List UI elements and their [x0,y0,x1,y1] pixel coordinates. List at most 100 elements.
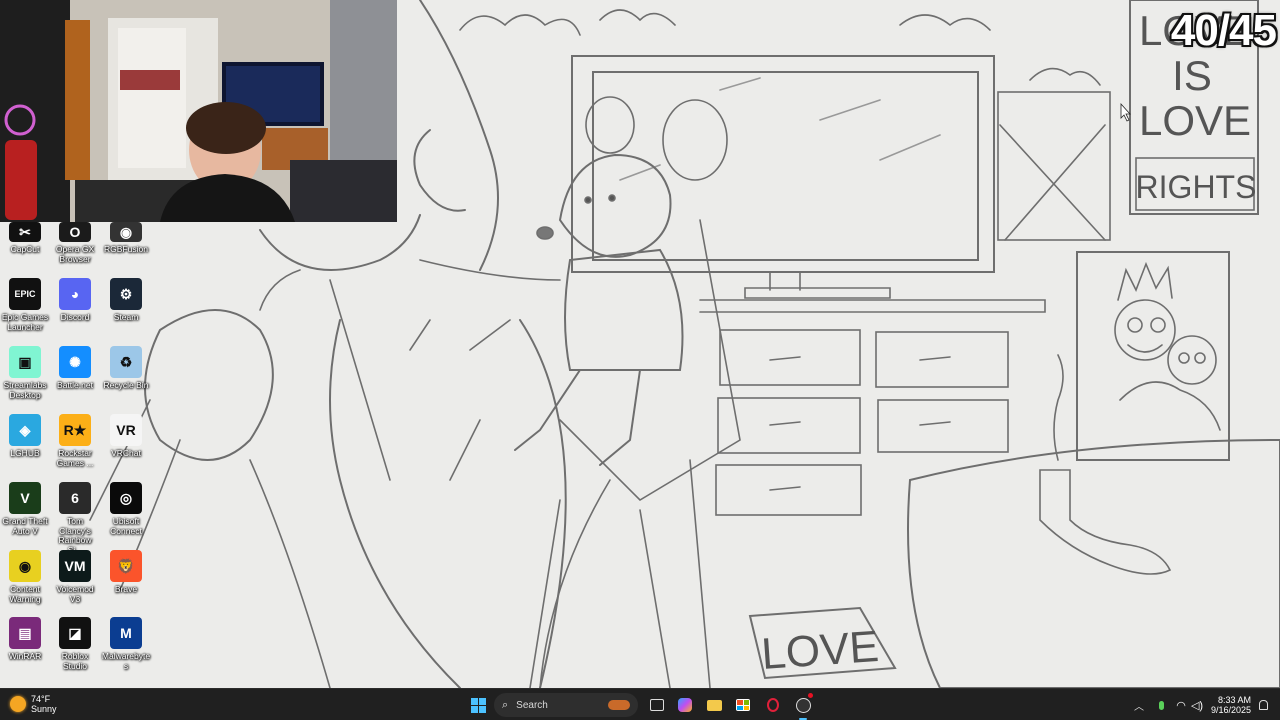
roblox-studio-icon: ◪ [59,617,91,649]
lghub-icon: ◈ [9,414,41,446]
streamlabs-icon: ▣ [9,346,41,378]
desktop-icon-capcut[interactable]: ✂ CapCut [0,222,50,255]
gta-v-icon: V [9,482,41,514]
poster-text-love-2: LOVE [1139,97,1251,144]
notification-center-button[interactable] [1256,693,1270,717]
desktop-icon-winrar[interactable]: ▤ WinRAR [0,617,50,662]
desktop-icon-discord[interactable]: ◕ Discord [50,278,100,323]
webcam-overlay [0,0,397,222]
content-warning-icon: ◉ [9,550,41,582]
desktop-icon-label: Grand Theft Auto V [2,516,48,536]
opera-gx-icon [767,698,779,712]
desktop-icon-malwarebytes[interactable]: M Malwarebytes [101,617,151,671]
desktop-icon-label: Streamlabs Desktop [3,380,47,400]
desktop-icon-ubisoft[interactable]: ◎ Ubisoft Connect [101,482,151,536]
ubisoft-icon: ◎ [110,482,142,514]
desktop-icon-gta-v[interactable]: V Grand Theft Auto V [0,482,50,536]
folder-icon [706,699,722,711]
desktop-icon-label: Battle.net [57,380,93,390]
microphone-icon [1158,700,1164,710]
desktop-icon-label: Voicemod V3 [56,584,94,604]
desktop-icon-label: Roblox Studio [61,651,89,671]
desktop-icon-label: Opera GX Browser [55,244,95,264]
desktop-icon-rockstar[interactable]: R★ Rockstar Games ... [50,414,100,468]
epic-games-icon: EPIC [9,278,41,310]
desktop-icon-label: RGBFusion [104,244,148,254]
desktop-icon-label: Steam [113,312,139,322]
rainbow-six-icon: 6 [59,482,91,514]
steam-icon: ⚙ [110,278,142,310]
desktop-icon-label: WinRAR [8,651,42,661]
desktop-icon-opera-gx[interactable]: O Opera GX Browser [50,222,100,264]
chevron-up-icon: ︿ [1134,701,1144,713]
copilot-button[interactable] [676,693,694,717]
weather-desc: Sunny [31,704,57,714]
rgb-fusion-icon: ◉ [110,222,142,242]
desktop-icon-label: VRChat [111,448,141,458]
desktop-icon-lghub[interactable]: ◈ LGHUB [0,414,50,459]
sign-text-love: LOVE [760,622,881,679]
desktop-icon-voicemod[interactable]: VM Voicemod V3 [50,550,100,604]
desktop-icon-rainbow-six[interactable]: 6Tom Clancy's Rainbow Si... [50,482,100,555]
recording-badge-icon [808,693,813,698]
microphone-indicator[interactable] [1154,693,1168,717]
battlenet-icon: ✺ [59,346,91,378]
microsoft-store-button[interactable] [734,693,752,717]
desktop-icon-steam[interactable]: ⚙ Steam [101,278,151,323]
network-button[interactable]: ◠ [1174,693,1188,717]
notification-bell-icon [1258,700,1268,710]
search-highlight-icon [608,700,630,710]
taskbar: 74°F Sunny ⌕ Search ︿ ◠ ◁) 8:33 AM 9/16/… [0,688,1280,720]
desktop-icon-label: Epic Games Launcher [1,312,49,332]
clock-button[interactable]: 8:33 AM 9/16/2025 [1210,693,1252,717]
desktop-icon-label: LGHUB [10,448,40,458]
desktop-icon-epic-games[interactable]: EPIC Epic Games Launcher [0,278,50,332]
weather-temp: 74°F [31,694,51,704]
clock-date: 9/16/2025 [1210,705,1252,715]
show-hidden-icons-button[interactable]: ︿ [1132,693,1146,717]
copilot-icon [678,698,692,712]
malwarebytes-icon: M [110,617,142,649]
poster-text-is: IS [1172,52,1212,99]
rockstar-icon: R★ [59,414,91,446]
desktop-icon-label: Brave [114,584,138,594]
desktop-icon-label: Recycle Bin [103,380,149,390]
desktop-icon-roblox-studio[interactable]: ◪ Roblox Studio [50,617,100,671]
desktop-icon-label: Rockstar Games ... [56,448,94,468]
desktop-icon-label: Content Warning [9,584,41,604]
recycle-bin-icon: ♻ [110,346,142,378]
volume-button[interactable]: ◁) [1190,693,1204,717]
opera-gx-taskbar-button[interactable] [764,693,782,717]
task-view-icon [650,699,664,711]
obs-icon [795,697,811,713]
windows-logo-icon [470,697,486,713]
desktop-icon-brave[interactable]: 🦁 Brave [101,550,151,595]
sun-icon [10,696,26,712]
desktop-icon-streamlabs[interactable]: ▣ Streamlabs Desktop [0,346,50,400]
vrchat-icon: VR [110,414,142,446]
brave-icon: 🦁 [110,550,142,582]
file-explorer-button[interactable] [705,693,723,717]
desktop-icon-label: Ubisoft Connect [110,516,142,536]
weather-widget[interactable]: 74°F Sunny [10,694,57,714]
start-button[interactable] [466,693,490,717]
speaker-icon: ◁) [1190,699,1204,712]
clock-time: 8:33 AM [1217,695,1252,705]
opera-gx-icon: O [59,222,91,242]
desktop-icon-label: Malwarebytes [101,651,151,671]
search-placeholder: Search [516,699,548,711]
desktop-icon-battlenet[interactable]: ✺ Battle.net [50,346,100,391]
winrar-icon: ▤ [9,617,41,649]
desktop-icon-rgb-fusion[interactable]: ◉ RGBFusion [101,222,151,255]
desktop-icon-label: Discord [60,312,90,322]
desktop-icon-vrchat[interactable]: VR VRChat [101,414,151,459]
desktop-icon-label: CapCut [10,244,40,254]
taskbar-search[interactable]: ⌕ Search [494,693,638,717]
obs-taskbar-button[interactable] [793,693,813,720]
discord-icon: ◕ [59,278,91,310]
task-view-button[interactable] [648,693,666,717]
progress-counter: 40/45 [1170,6,1277,55]
voicemod-icon: VM [59,550,91,582]
desktop-icon-content-warning[interactable]: ◉ Content Warning [0,550,50,604]
desktop-icon-recycle-bin[interactable]: ♻ Recycle Bin [101,346,151,391]
